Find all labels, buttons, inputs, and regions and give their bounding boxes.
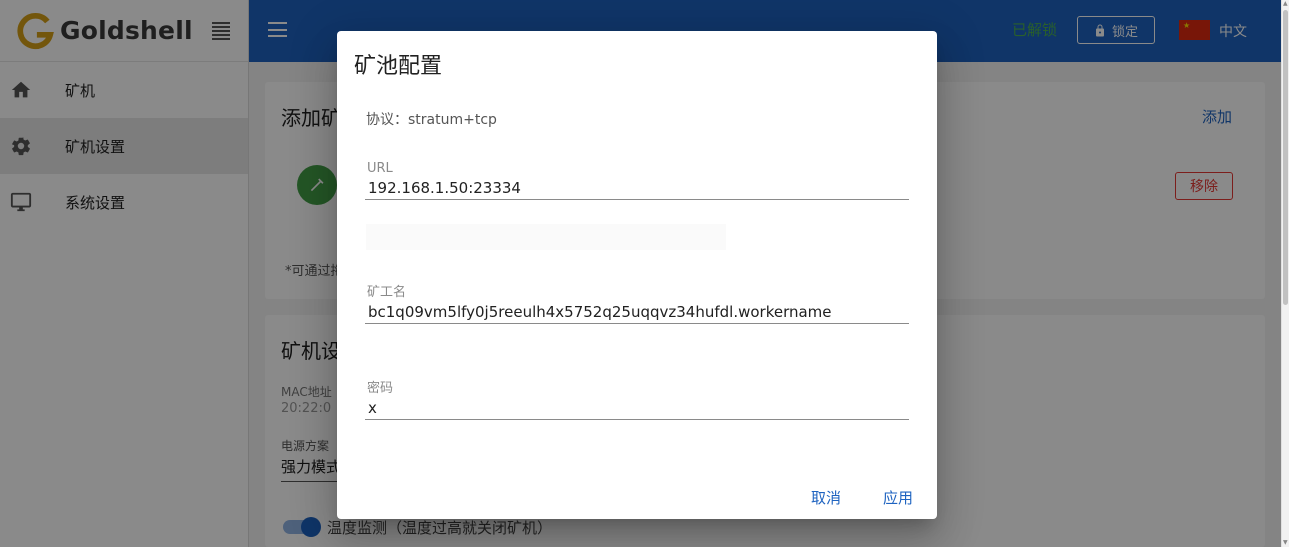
pool-config-dialog: 矿池配置 协议：stratum+tcp URL 矿工名 密码 取消 应用 (337, 31, 937, 519)
dialog-actions: 取消 应用 (737, 469, 937, 519)
worker-field: 矿工名 (365, 281, 909, 324)
url-field: URL (365, 161, 909, 200)
protocol-text: 协议：stratum+tcp (366, 112, 497, 128)
cancel-button[interactable]: 取消 (811, 487, 841, 508)
password-field: 密码 (365, 377, 909, 420)
password-label: 密码 (367, 381, 394, 396)
scroll-down-icon[interactable]: ▼ (1283, 540, 1289, 546)
apply-button[interactable]: 应用 (883, 487, 913, 508)
scrollbar-thumb[interactable] (1283, 10, 1288, 305)
password-input[interactable] (365, 396, 909, 420)
page-scrollbar[interactable]: ▲ ▼ (1281, 0, 1289, 547)
url-label: URL (367, 161, 393, 176)
url-input[interactable] (365, 176, 909, 200)
worker-input[interactable] (365, 300, 909, 324)
dialog-title: 矿池配置 (354, 54, 443, 79)
worker-label: 矿工名 (367, 285, 407, 300)
hidden-field-placeholder (366, 224, 726, 250)
scroll-up-icon[interactable]: ▲ (1283, 1, 1289, 7)
